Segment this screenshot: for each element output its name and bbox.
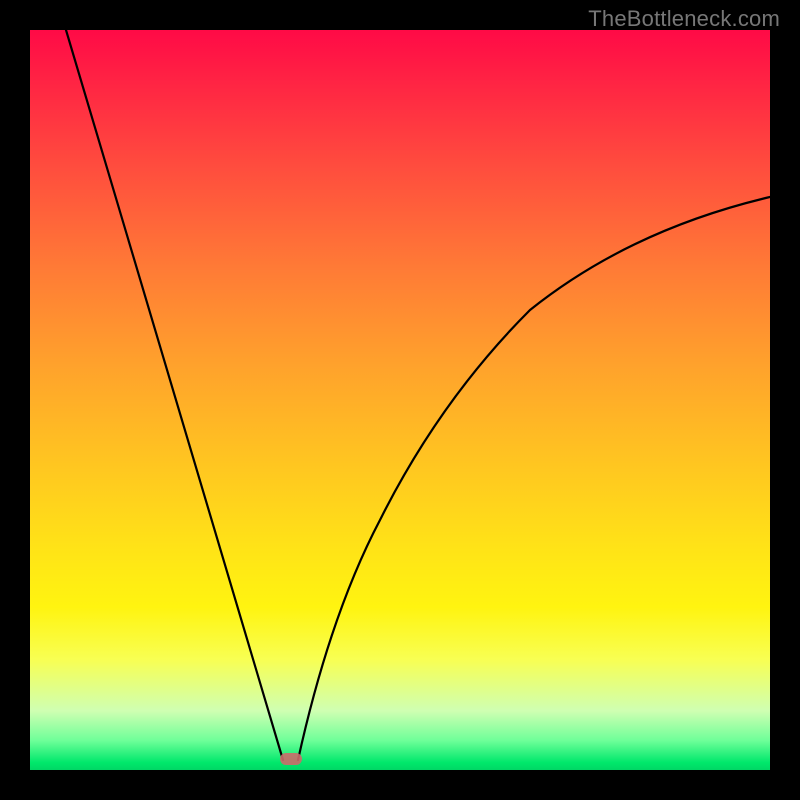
curve-left-branch	[66, 30, 283, 760]
curve-right-branch	[298, 197, 770, 760]
curve-minimum-marker	[280, 753, 302, 765]
chart-plot-area	[30, 30, 770, 770]
bottleneck-curve	[30, 30, 770, 770]
watermark-text: TheBottleneck.com	[588, 6, 780, 32]
